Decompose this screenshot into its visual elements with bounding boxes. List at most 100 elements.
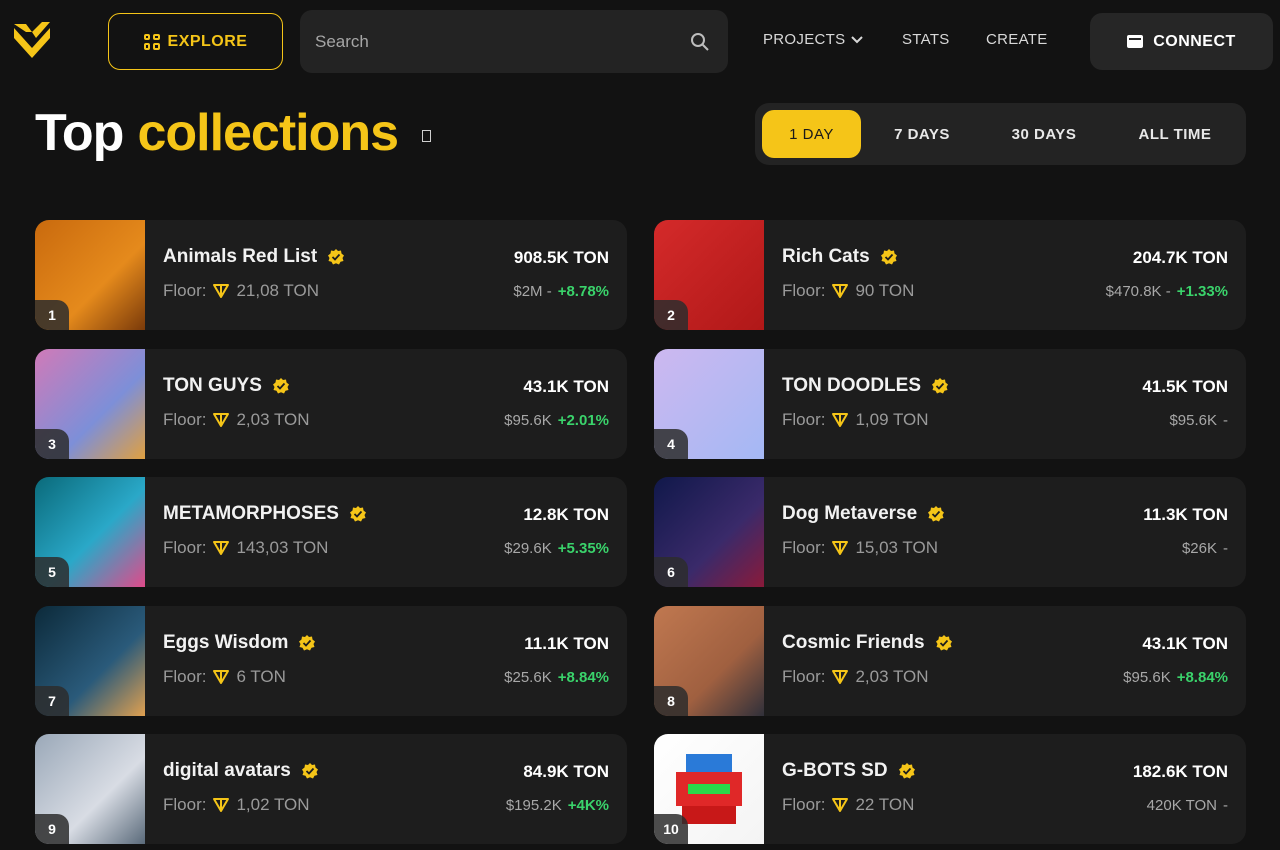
rank-badge: 1 — [35, 300, 69, 330]
title-part-2: collections — [137, 104, 399, 162]
collection-card[interactable]: 10 G-BOTS SD Floor: 22 TON 182.6K TON 42 — [654, 734, 1246, 844]
collection-card[interactable]: 4 TON DOODLES Floor: 1,09 TON 41.5K TON — [654, 348, 1246, 459]
volume: 84.9K TON — [523, 762, 609, 781]
ton-icon — [213, 669, 230, 684]
search-box — [300, 10, 728, 73]
tab-7-days[interactable]: 7 DAYS — [873, 110, 971, 158]
floor-price: Floor: 22 TON — [782, 795, 914, 815]
collection-name[interactable]: TON GUYS — [163, 375, 290, 397]
collection-thumbnail[interactable]: 2 — [654, 220, 764, 330]
collection-card[interactable]: 8 Cosmic Friends Floor: 2,03 TON 43.1K T… — [654, 605, 1246, 716]
collection-card[interactable]: 6 Dog Metaverse Floor: 15,03 TON 11.3K T… — [654, 477, 1246, 587]
floor-price: Floor: 2,03 TON — [163, 410, 310, 430]
verified-icon — [272, 377, 289, 393]
collection-name-text: TON GUYS — [163, 374, 262, 396]
explore-button[interactable]: EXPLORE — [108, 13, 283, 70]
verified-icon — [932, 377, 948, 393]
volume: 908.5K TON — [513, 248, 609, 267]
collection-card[interactable]: 1 Animals Red List Floor: 21,08 TON 908.… — [35, 220, 627, 330]
nav-create[interactable]: CREATE — [986, 31, 1048, 48]
usd-stats: $25.6K +8.84% — [504, 669, 609, 686]
logo-icon[interactable] — [12, 18, 52, 62]
collection-thumbnail[interactable]: 8 — [654, 605, 764, 716]
collection-name-text: G-BOTS SD — [782, 760, 888, 781]
ton-icon — [832, 541, 849, 555]
collection-name[interactable]: digital avatars — [163, 760, 319, 782]
collection-name[interactable]: Animals Red List — [163, 246, 345, 268]
floor-price: Floor: 2,03 TON — [782, 667, 929, 687]
tab-1-day[interactable]: 1 DAY — [762, 110, 861, 158]
collection-name[interactable]: Dog Metaverse — [782, 503, 945, 525]
collection-name[interactable]: G-BOTS SD — [782, 760, 916, 782]
usd-value: $2M - — [513, 283, 552, 300]
collection-thumbnail[interactable]: 3 — [35, 348, 145, 459]
volume: 12.8K TON — [523, 505, 609, 524]
ton-icon — [832, 798, 849, 812]
collection-thumbnail[interactable]: 6 — [654, 477, 764, 587]
search-icon[interactable] — [690, 32, 710, 52]
volume: 43.1K TON — [1142, 633, 1228, 653]
collection-name[interactable]: METAMORPHOSES — [163, 503, 367, 525]
collection-thumbnail[interactable]: 5 — [35, 477, 145, 587]
usd-stats: $470.8K - +1.33% — [1106, 283, 1228, 300]
grid-icon — [143, 33, 160, 50]
floor-value: 22 TON — [855, 795, 915, 814]
tab-all-time[interactable]: ALL TIME — [1117, 110, 1233, 158]
search-input[interactable] — [300, 10, 728, 73]
collection-name-text: Eggs Wisdom — [163, 631, 289, 653]
rank-badge: 10 — [654, 814, 688, 844]
nav-stats[interactable]: STATS — [902, 31, 950, 48]
collection-thumbnail[interactable]: 4 — [654, 348, 764, 459]
collection-name[interactable]: TON DOODLES — [782, 375, 949, 397]
usd-stats: $195.2K +4K% — [506, 797, 609, 814]
floor-price: Floor: 6 TON — [163, 667, 286, 687]
verified-icon — [898, 763, 915, 779]
floor-price: Floor: 1,09 TON — [782, 410, 929, 430]
explore-label: EXPLORE — [167, 32, 248, 50]
usd-stats: $95.6K +8.84% — [1123, 669, 1228, 686]
verified-icon — [928, 506, 945, 522]
usd-stats: $26K - — [1182, 540, 1228, 557]
volume: 11.1K TON — [524, 633, 609, 653]
chevron-down-icon — [851, 35, 864, 43]
change-value: +1.33% — [1176, 283, 1228, 300]
collection-card[interactable]: 5 METAMORPHOSES Floor: 143,03 TON 12.8K … — [35, 477, 627, 587]
floor-value: 2,03 TON — [855, 666, 929, 686]
collection-thumbnail[interactable]: 7 — [35, 605, 145, 716]
floor-label: Floor: — [782, 409, 826, 429]
collection-name[interactable]: Eggs Wisdom — [163, 632, 316, 654]
floor-value: 6 TON — [236, 666, 286, 686]
collection-card[interactable]: 2 Rich Cats Floor: 90 TON 204.7K TON $47 — [654, 220, 1246, 330]
floor-label: Floor: — [782, 666, 826, 686]
floor-label: Floor: — [782, 281, 826, 300]
collection-thumbnail[interactable]: 1 — [35, 220, 145, 330]
floor-price: Floor: 143,03 TON — [163, 538, 328, 558]
usd-value: $195.2K — [505, 797, 562, 814]
volume: 182.6K TON — [1132, 762, 1228, 781]
collection-thumbnail[interactable]: 10 — [654, 734, 764, 844]
change-value: - — [1223, 797, 1228, 814]
info-icon[interactable] — [422, 130, 432, 142]
collection-name[interactable]: Rich Cats — [782, 246, 898, 268]
nav-projects[interactable]: PROJECTS — [763, 31, 864, 48]
collection-card[interactable]: 3 TON GUYS Floor: 2,03 TON 43.1K TON $95 — [35, 348, 627, 459]
usd-stats: $95.6K - — [1169, 412, 1228, 429]
usd-stats: $95.6K +2.01% — [504, 412, 609, 429]
rank-badge: 5 — [35, 557, 69, 587]
tab-30-days[interactable]: 30 DAYS — [991, 110, 1097, 158]
usd-value: $26K — [1181, 540, 1217, 557]
collection-card[interactable]: 7 Eggs Wisdom Floor: 6 TON 11.1K TON $25 — [35, 605, 627, 716]
collection-card[interactable]: 9 digital avatars Floor: 1,02 TON 84.9K … — [35, 734, 627, 844]
floor-price: Floor: 90 TON — [782, 281, 914, 301]
top-navbar: EXPLORE PROJECTS STATS CREATE CONNECT — [0, 0, 1280, 82]
usd-stats: $2M - +8.78% — [513, 283, 609, 300]
collection-thumbnail[interactable]: 9 — [35, 734, 145, 844]
collection-name[interactable]: Cosmic Friends — [782, 632, 953, 654]
floor-value: 21,08 TON — [236, 281, 320, 300]
floor-label: Floor: — [163, 666, 207, 686]
ton-icon — [832, 669, 849, 684]
connect-button[interactable]: CONNECT — [1090, 13, 1273, 70]
nav-projects-label: PROJECTS — [763, 31, 846, 48]
floor-value: 90 TON — [855, 281, 915, 300]
ton-icon — [213, 541, 230, 555]
